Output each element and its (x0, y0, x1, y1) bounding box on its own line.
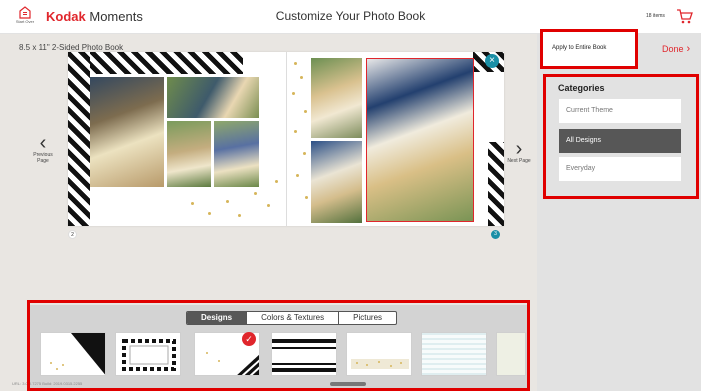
confetti-dot (292, 92, 295, 95)
photo-main-graduate[interactable] (366, 58, 474, 222)
right-page-number: 3 (491, 230, 500, 239)
confetti-dot (294, 130, 297, 133)
close-icon[interactable]: × (485, 54, 499, 68)
done-button[interactable]: Done › (662, 43, 690, 55)
categories-panel: Categories Current Theme All Designs Eve… (543, 74, 699, 199)
confetti-dot (300, 76, 303, 79)
done-label: Done (662, 44, 684, 54)
category-everyday[interactable]: Everyday (559, 157, 681, 181)
category-all-designs[interactable]: All Designs (559, 129, 681, 153)
product-title: 8.5 x 11" 2-Sided Photo Book (19, 43, 124, 52)
page-divider (286, 52, 287, 226)
confetti-dot (208, 212, 211, 215)
left-page-number: 2 (68, 230, 77, 239)
confetti-dot (267, 204, 270, 207)
next-page-label: Next Page (507, 158, 531, 164)
confetti-dot (303, 152, 306, 155)
category-current-theme[interactable]: Current Theme (559, 99, 681, 123)
confetti-dot (294, 62, 297, 65)
confetti-dot (305, 196, 308, 199)
confetti-dot (191, 202, 194, 205)
design-panel-highlight (27, 300, 530, 391)
confetti-dot (238, 214, 241, 217)
photo-cap-smile[interactable] (311, 58, 362, 138)
chevron-right-icon: › (515, 138, 523, 160)
apply-to-entire-book-highlight: Apply to Entire Book (540, 29, 638, 69)
decorative-stripes-left (68, 52, 90, 226)
cart-icon[interactable] (676, 8, 693, 25)
chevron-right-icon: › (686, 43, 691, 55)
decorative-stripes-right (488, 142, 504, 226)
photo-family[interactable] (214, 121, 259, 187)
confetti-dot (254, 192, 257, 195)
photo-book-spread[interactable] (68, 52, 504, 226)
categories-title: Categories (558, 83, 605, 93)
confetti-dot (296, 174, 299, 177)
confetti-dot (275, 180, 278, 183)
chevron-left-icon: ‹ (39, 132, 47, 154)
photo-couple[interactable] (167, 77, 259, 118)
decorative-stripes-top (68, 52, 243, 74)
cart-item-count[interactable]: 18 items (646, 13, 665, 19)
photo-graduate-two[interactable] (167, 121, 211, 187)
previous-page-button[interactable]: ‹ Previous Page (30, 132, 56, 164)
confetti-dot (304, 110, 307, 113)
confetti-dot (226, 200, 229, 203)
apply-to-entire-book-button[interactable]: Apply to Entire Book (552, 45, 606, 51)
page-title: Customize Your Photo Book (275, 9, 426, 23)
previous-page-label: Previous Page (33, 152, 53, 164)
photo-porch-graduate[interactable] (90, 77, 164, 187)
photo-flag-graduate[interactable] (311, 141, 362, 223)
next-page-button[interactable]: › Next Page (506, 138, 532, 164)
